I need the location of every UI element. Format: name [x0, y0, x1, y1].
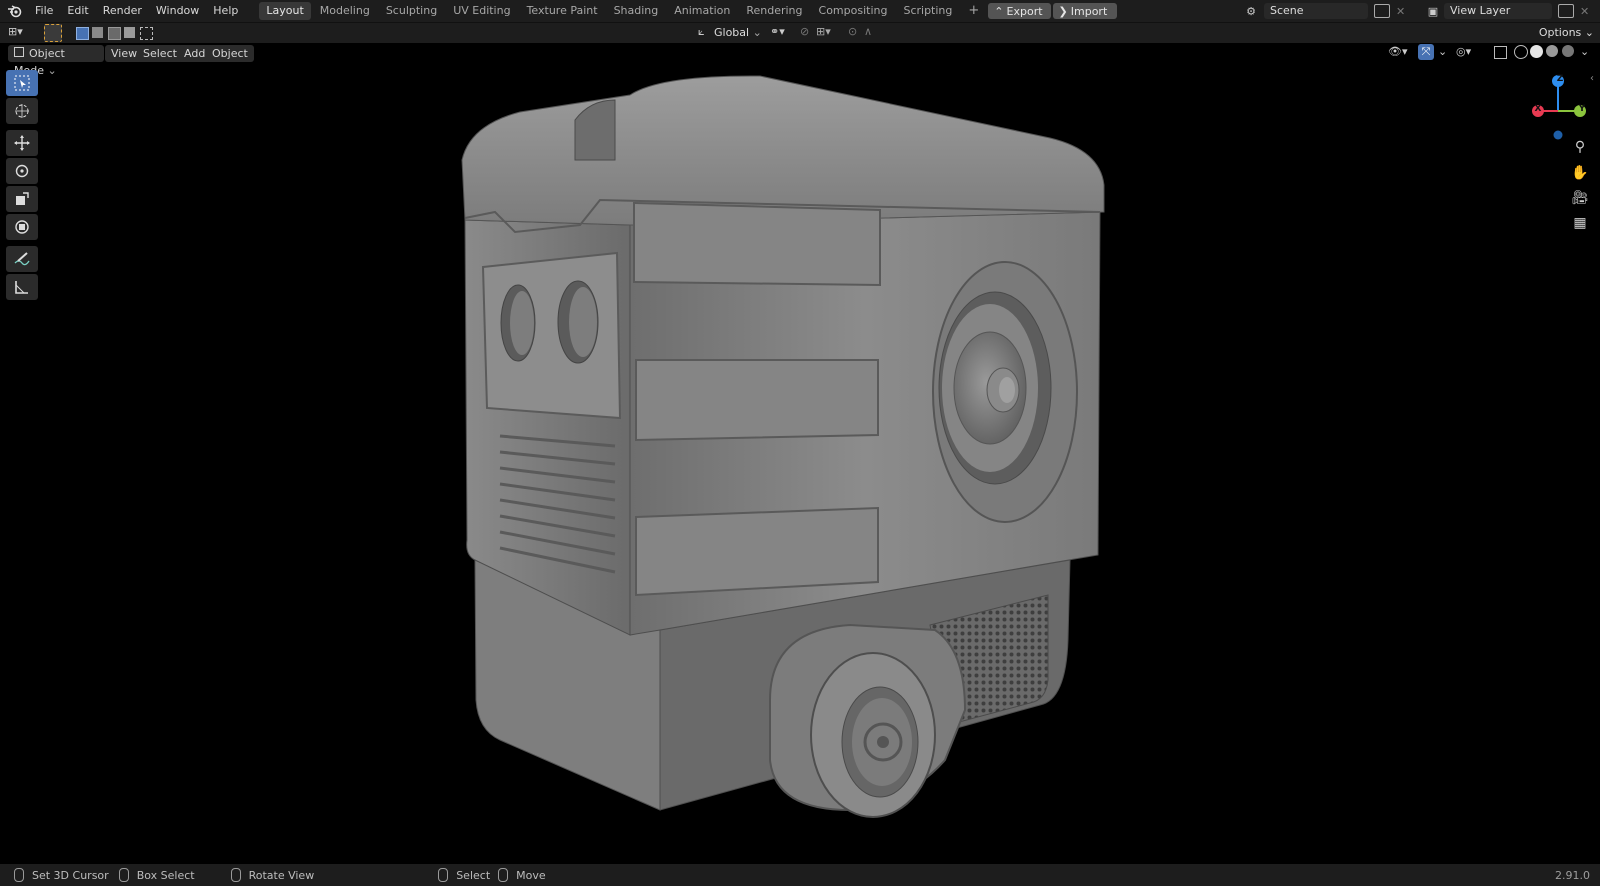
- measure-tool-icon[interactable]: [6, 274, 38, 300]
- tab-sculpting[interactable]: Sculpting: [379, 2, 444, 20]
- view-layer-icon[interactable]: ▣: [1422, 3, 1444, 19]
- transform-orientation-icon: ⟀: [698, 25, 705, 38]
- menu-render[interactable]: Render: [96, 1, 149, 21]
- import-icon: ❯: [1058, 4, 1068, 18]
- gizmo-y-label: Y: [1578, 104, 1586, 114]
- editor-type-icon[interactable]: ⊞▾: [8, 25, 34, 41]
- select-mode-new-icon[interactable]: [76, 27, 89, 40]
- cursor-tool-icon[interactable]: [6, 98, 38, 124]
- status-set-3d-cursor: Set 3D Cursor: [32, 868, 109, 882]
- menu-edit[interactable]: Edit: [60, 1, 95, 21]
- chevron-down-icon: ⌄: [752, 26, 762, 39]
- tab-uv-editing[interactable]: UV Editing: [446, 2, 517, 20]
- select-mode-extend-icon[interactable]: [92, 27, 103, 38]
- menu-window[interactable]: Window: [149, 1, 206, 21]
- move-tool-icon[interactable]: [6, 130, 38, 156]
- scene-selector-icon[interactable]: ⚙: [1238, 3, 1264, 19]
- annotate-tool-icon[interactable]: [6, 246, 38, 272]
- viewport-3d[interactable]: Object Mode ⌄ View Select Add Object 👁︎▾…: [0, 43, 1600, 864]
- transform-orientation-value: Global: [714, 26, 750, 39]
- delete-view-layer-icon[interactable]: ✕: [1580, 5, 1594, 18]
- select-tool-icon[interactable]: [44, 24, 62, 42]
- menu-help[interactable]: Help: [206, 1, 245, 21]
- gizmo-x-label: X: [1534, 104, 1542, 114]
- status-box-select: Box Select: [136, 868, 195, 882]
- tab-animation[interactable]: Animation: [667, 2, 737, 20]
- mouse-left-icon: [14, 868, 24, 882]
- add-workspace-button[interactable]: +: [961, 2, 986, 20]
- tab-layout[interactable]: Layout: [259, 2, 311, 20]
- wireframe-shading-icon[interactable]: [1514, 45, 1528, 59]
- zoom-icon[interactable]: ⚲: [1568, 135, 1592, 159]
- status-bar: Set 3D Cursor Box Select Rotate View Sel…: [0, 864, 1600, 886]
- object-mode-icon: [14, 47, 24, 57]
- scene-field[interactable]: Scene: [1264, 3, 1368, 19]
- rendered-shading-icon[interactable]: [1562, 45, 1574, 57]
- menu-file[interactable]: File: [28, 1, 60, 21]
- tool-shelf: [6, 70, 40, 302]
- pan-hand-icon[interactable]: ✋: [1568, 161, 1592, 185]
- xray-icon[interactable]: [1494, 46, 1507, 59]
- select-mode-intersect-icon[interactable]: [140, 27, 153, 40]
- tab-texture-paint[interactable]: Texture Paint: [520, 2, 605, 20]
- proportional-falloff-icon[interactable]: ∧: [864, 25, 872, 38]
- select-mode-subtract-icon[interactable]: [108, 27, 121, 40]
- status-move: Move: [516, 868, 546, 882]
- overlays-icon[interactable]: ◎▾: [1456, 45, 1471, 58]
- select-box-tool-icon[interactable]: [6, 70, 38, 96]
- mouse-middle-icon: [230, 868, 241, 882]
- gizmo-z-label: Z: [1556, 74, 1564, 84]
- export-button[interactable]: Export: [1007, 5, 1051, 18]
- visibility-icon[interactable]: 👁︎▾: [1388, 45, 1408, 58]
- proportional-edit-icon[interactable]: ⊙: [848, 25, 857, 38]
- camera-view-icon[interactable]: 🎥︎: [1568, 186, 1592, 210]
- solid-shading-icon[interactable]: [1530, 45, 1543, 58]
- tab-compositing[interactable]: Compositing: [812, 2, 895, 20]
- object-mode-select[interactable]: Object Mode ⌄: [8, 45, 104, 77]
- export-icon: ⌃: [994, 4, 1004, 18]
- rotate-tool-icon[interactable]: [6, 158, 38, 184]
- select-mode-invert-icon[interactable]: [124, 27, 135, 38]
- version-label: 2.91.0: [1555, 868, 1590, 882]
- mouse-right-icon: [438, 868, 449, 882]
- mouse-drag-icon: [118, 868, 129, 882]
- shading-dropdown-icon[interactable]: ⌄: [1580, 45, 1589, 58]
- transform-orientation-select[interactable]: Global ⌄: [714, 25, 762, 41]
- chevron-down-icon: ⌄: [47, 64, 57, 77]
- gizmo-dropdown-icon[interactable]: ⌄: [1438, 45, 1447, 58]
- blender-logo-icon[interactable]: [0, 1, 28, 21]
- snap-icon[interactable]: ⊘: [800, 25, 809, 38]
- view-layer-field[interactable]: View Layer: [1444, 3, 1552, 19]
- transform-tool-icon[interactable]: [6, 214, 38, 240]
- new-view-layer-icon[interactable]: [1558, 4, 1574, 18]
- perspective-grid-icon[interactable]: ▦: [1568, 211, 1592, 235]
- status-select: Select: [456, 868, 491, 882]
- tab-rendering[interactable]: Rendering: [739, 2, 809, 20]
- tab-shading[interactable]: Shading: [607, 2, 666, 20]
- tool-header: ⊞▾ ⟀ Global ⌄ ⚭▾ ⊘ ⊞▾ ⊙ ∧ Options ⌄: [0, 22, 1600, 43]
- delete-scene-icon[interactable]: ✕: [1396, 5, 1410, 18]
- top-bar: File Edit Render Window Help Layout Mode…: [0, 0, 1600, 22]
- tab-modeling[interactable]: Modeling: [313, 2, 377, 20]
- new-scene-icon[interactable]: [1374, 4, 1390, 18]
- material-shading-icon[interactable]: [1546, 45, 1558, 57]
- gizmo-toggle-icon[interactable]: ⤧: [1418, 44, 1434, 60]
- tab-scripting[interactable]: Scripting: [896, 2, 959, 20]
- snap-target-icon[interactable]: ⊞▾: [816, 25, 831, 38]
- cooler-model-render: [461, 75, 1105, 818]
- options-label: Options: [1538, 26, 1582, 39]
- menu-select[interactable]: Select: [137, 45, 183, 62]
- pivot-point-icon[interactable]: ⚭▾: [770, 25, 785, 38]
- options-dropdown[interactable]: Options ⌄: [1539, 25, 1594, 41]
- chevron-down-icon: ⌄: [1584, 26, 1594, 39]
- status-rotate-view: Rotate View: [248, 868, 315, 882]
- scale-tool-icon[interactable]: [6, 186, 38, 212]
- mouse-right-drag-icon: [498, 868, 509, 882]
- menu-object[interactable]: Object: [206, 45, 254, 62]
- import-button[interactable]: Import: [1071, 5, 1118, 18]
